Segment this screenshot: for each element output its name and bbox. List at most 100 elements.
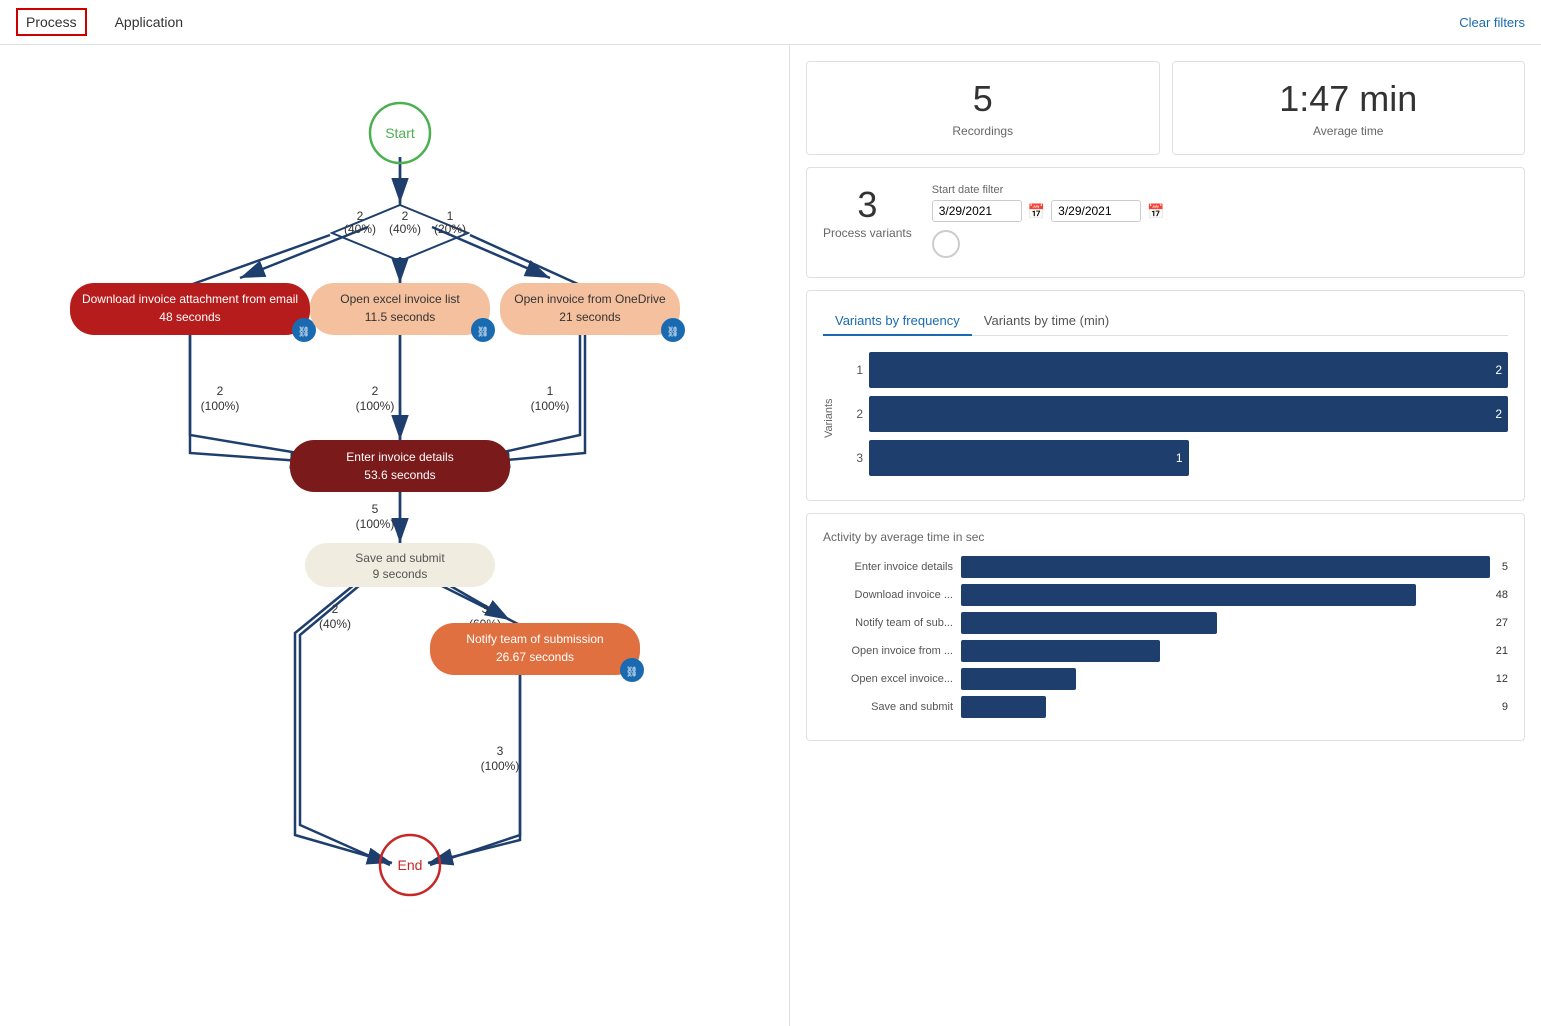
bar-value-2: 2 (1495, 407, 1502, 421)
activity-bar-value-2: 27 (1496, 617, 1508, 629)
start-label: Start (385, 125, 415, 141)
date-row: 📅 📅 (932, 200, 1508, 222)
activity-bar-fill-1 (961, 584, 1416, 606)
activity-label-1: Download invoice ... (823, 589, 953, 601)
date-from-input[interactable] (932, 200, 1022, 222)
recordings-card: 5 Recordings (806, 61, 1160, 155)
svg-text:(100%): (100%) (201, 399, 240, 413)
activity-bar-value-1: 48 (1496, 589, 1508, 601)
frequency-bars: 1 2 2 2 (843, 352, 1508, 484)
recordings-value: 5 (823, 78, 1143, 120)
variants-value: 3 (823, 184, 912, 226)
svg-text:(100%): (100%) (356, 399, 395, 413)
variants-label: Process variants (823, 226, 912, 240)
avg-time-card: 1:47 min Average time (1172, 61, 1526, 155)
svg-text:3: 3 (497, 744, 504, 758)
svg-text:(100%): (100%) (356, 517, 395, 531)
bar-label-2: 2 (843, 407, 863, 421)
svg-text:Enter invoice details: Enter invoice details (346, 450, 453, 464)
activity-bar-fill-4 (961, 668, 1076, 690)
activity-bar-outer-5 (961, 696, 1490, 718)
main-container: Start 2 (40%) 2 (40%) 1 (20%) Download i… (0, 45, 1541, 1026)
svg-text:53.6 seconds: 53.6 seconds (364, 468, 435, 482)
svg-text:(40%): (40%) (319, 617, 351, 631)
calendar-to-icon[interactable]: 📅 (1147, 203, 1164, 220)
variants-count-section: 3 Process variants (823, 184, 912, 240)
activity-label-4: Open excel invoice... (823, 673, 953, 685)
flow-panel: Start 2 (40%) 2 (40%) 1 (20%) Download i… (0, 45, 790, 1026)
svg-text:3: 3 (482, 602, 489, 616)
activity-bar-fill-2 (961, 612, 1217, 634)
svg-text:5: 5 (372, 502, 379, 516)
svg-text:(40%): (40%) (344, 222, 376, 236)
svg-text:(100%): (100%) (531, 399, 570, 413)
process-flow-diagram: Start 2 (40%) 2 (40%) 1 (20%) Download i… (20, 65, 780, 965)
activity-row-5: Save and submit 9 (823, 696, 1508, 718)
svg-text:2: 2 (372, 384, 379, 398)
svg-text:2: 2 (217, 384, 224, 398)
download-node (70, 283, 310, 335)
svg-text:(20%): (20%) (434, 222, 466, 236)
notify-node (430, 623, 640, 675)
activity-row-3: Open invoice from ... 21 (823, 640, 1508, 662)
variants-frequency-chart-card: Variants by frequency Variants by time (… (806, 290, 1525, 501)
avg-time-value: 1:47 min (1189, 78, 1509, 120)
svg-text:Open excel invoice list: Open excel invoice list (340, 292, 460, 306)
frequency-bar-chart: Variants 1 2 2 2 (823, 352, 1508, 484)
svg-text:21 seconds: 21 seconds (559, 310, 620, 324)
bar-value-1: 2 (1495, 363, 1502, 377)
bar-row-2: 2 2 (843, 396, 1508, 432)
recordings-label: Recordings (823, 124, 1143, 138)
activity-bar-value-4: 12 (1496, 673, 1508, 685)
bar-fill-3: 1 (869, 440, 1189, 476)
top-stats-row: 5 Recordings 1:47 min Average time (806, 61, 1525, 155)
activity-chart-title: Activity by average time in sec (823, 530, 1508, 544)
activity-bar-value-3: 21 (1496, 645, 1508, 657)
chart-tab-row: Variants by frequency Variants by time (… (823, 307, 1508, 336)
end-label: End (398, 857, 423, 873)
edge-label-start-download: 2 (357, 209, 364, 223)
avg-time-label: Average time (1189, 124, 1509, 138)
svg-text:⛓: ⛓ (298, 326, 311, 338)
activity-label-5: Save and submit (823, 701, 953, 713)
edge-label-start-excel: 2 (402, 209, 409, 223)
tab-variants-time[interactable]: Variants by time (min) (972, 307, 1121, 335)
bar-outer-1: 2 (869, 352, 1508, 388)
bar-outer-3: 1 (869, 440, 1508, 476)
bar-label-3: 3 (843, 451, 863, 465)
edge-label-start-onedrive: 1 (447, 209, 454, 223)
svg-text:⛓: ⛓ (477, 326, 490, 338)
svg-text:9 seconds: 9 seconds (373, 567, 428, 581)
process-variants-card: 3 Process variants Start date filter 📅 📅 (806, 167, 1525, 278)
bar-row-3: 3 1 (843, 440, 1508, 476)
calendar-from-icon[interactable]: 📅 (1028, 203, 1045, 220)
enter-details-node (290, 440, 510, 492)
activity-bar-outer-2 (961, 612, 1484, 634)
activity-row-0: Enter invoice details 5 (823, 556, 1508, 578)
activity-bar-outer-0 (961, 556, 1490, 578)
activity-label-0: Enter invoice details (823, 561, 953, 573)
top-navigation: Process Application Clear filters (0, 0, 1541, 45)
tab-process[interactable]: Process (16, 8, 87, 36)
activity-bar-fill-5 (961, 696, 1046, 718)
svg-text:26.67 seconds: 26.67 seconds (496, 650, 574, 664)
bar-fill-1: 2 (869, 352, 1508, 388)
activity-time-chart-card: Activity by average time in sec Enter in… (806, 513, 1525, 741)
activity-bar-outer-1 (961, 584, 1484, 606)
date-to-input[interactable] (1051, 200, 1141, 222)
tab-application[interactable]: Application (107, 10, 192, 34)
activity-bar-fill-3 (961, 640, 1160, 662)
activity-bar-outer-4 (961, 668, 1484, 690)
stats-panel: 5 Recordings 1:47 min Average time 3 Pro… (790, 45, 1541, 1026)
activity-row-2: Notify team of sub... 27 (823, 612, 1508, 634)
activity-label-3: Open invoice from ... (823, 645, 953, 657)
svg-text:Download invoice attachment fr: Download invoice attachment from email (82, 292, 298, 306)
svg-text:2: 2 (332, 602, 339, 616)
tab-variants-frequency[interactable]: Variants by frequency (823, 307, 972, 336)
svg-text:48 seconds: 48 seconds (159, 310, 220, 324)
filter-circle-button[interactable] (932, 230, 960, 258)
svg-text:⛓: ⛓ (626, 666, 639, 678)
bar-outer-2: 2 (869, 396, 1508, 432)
clear-filters-button[interactable]: Clear filters (1459, 15, 1525, 30)
bar-row-1: 1 2 (843, 352, 1508, 388)
